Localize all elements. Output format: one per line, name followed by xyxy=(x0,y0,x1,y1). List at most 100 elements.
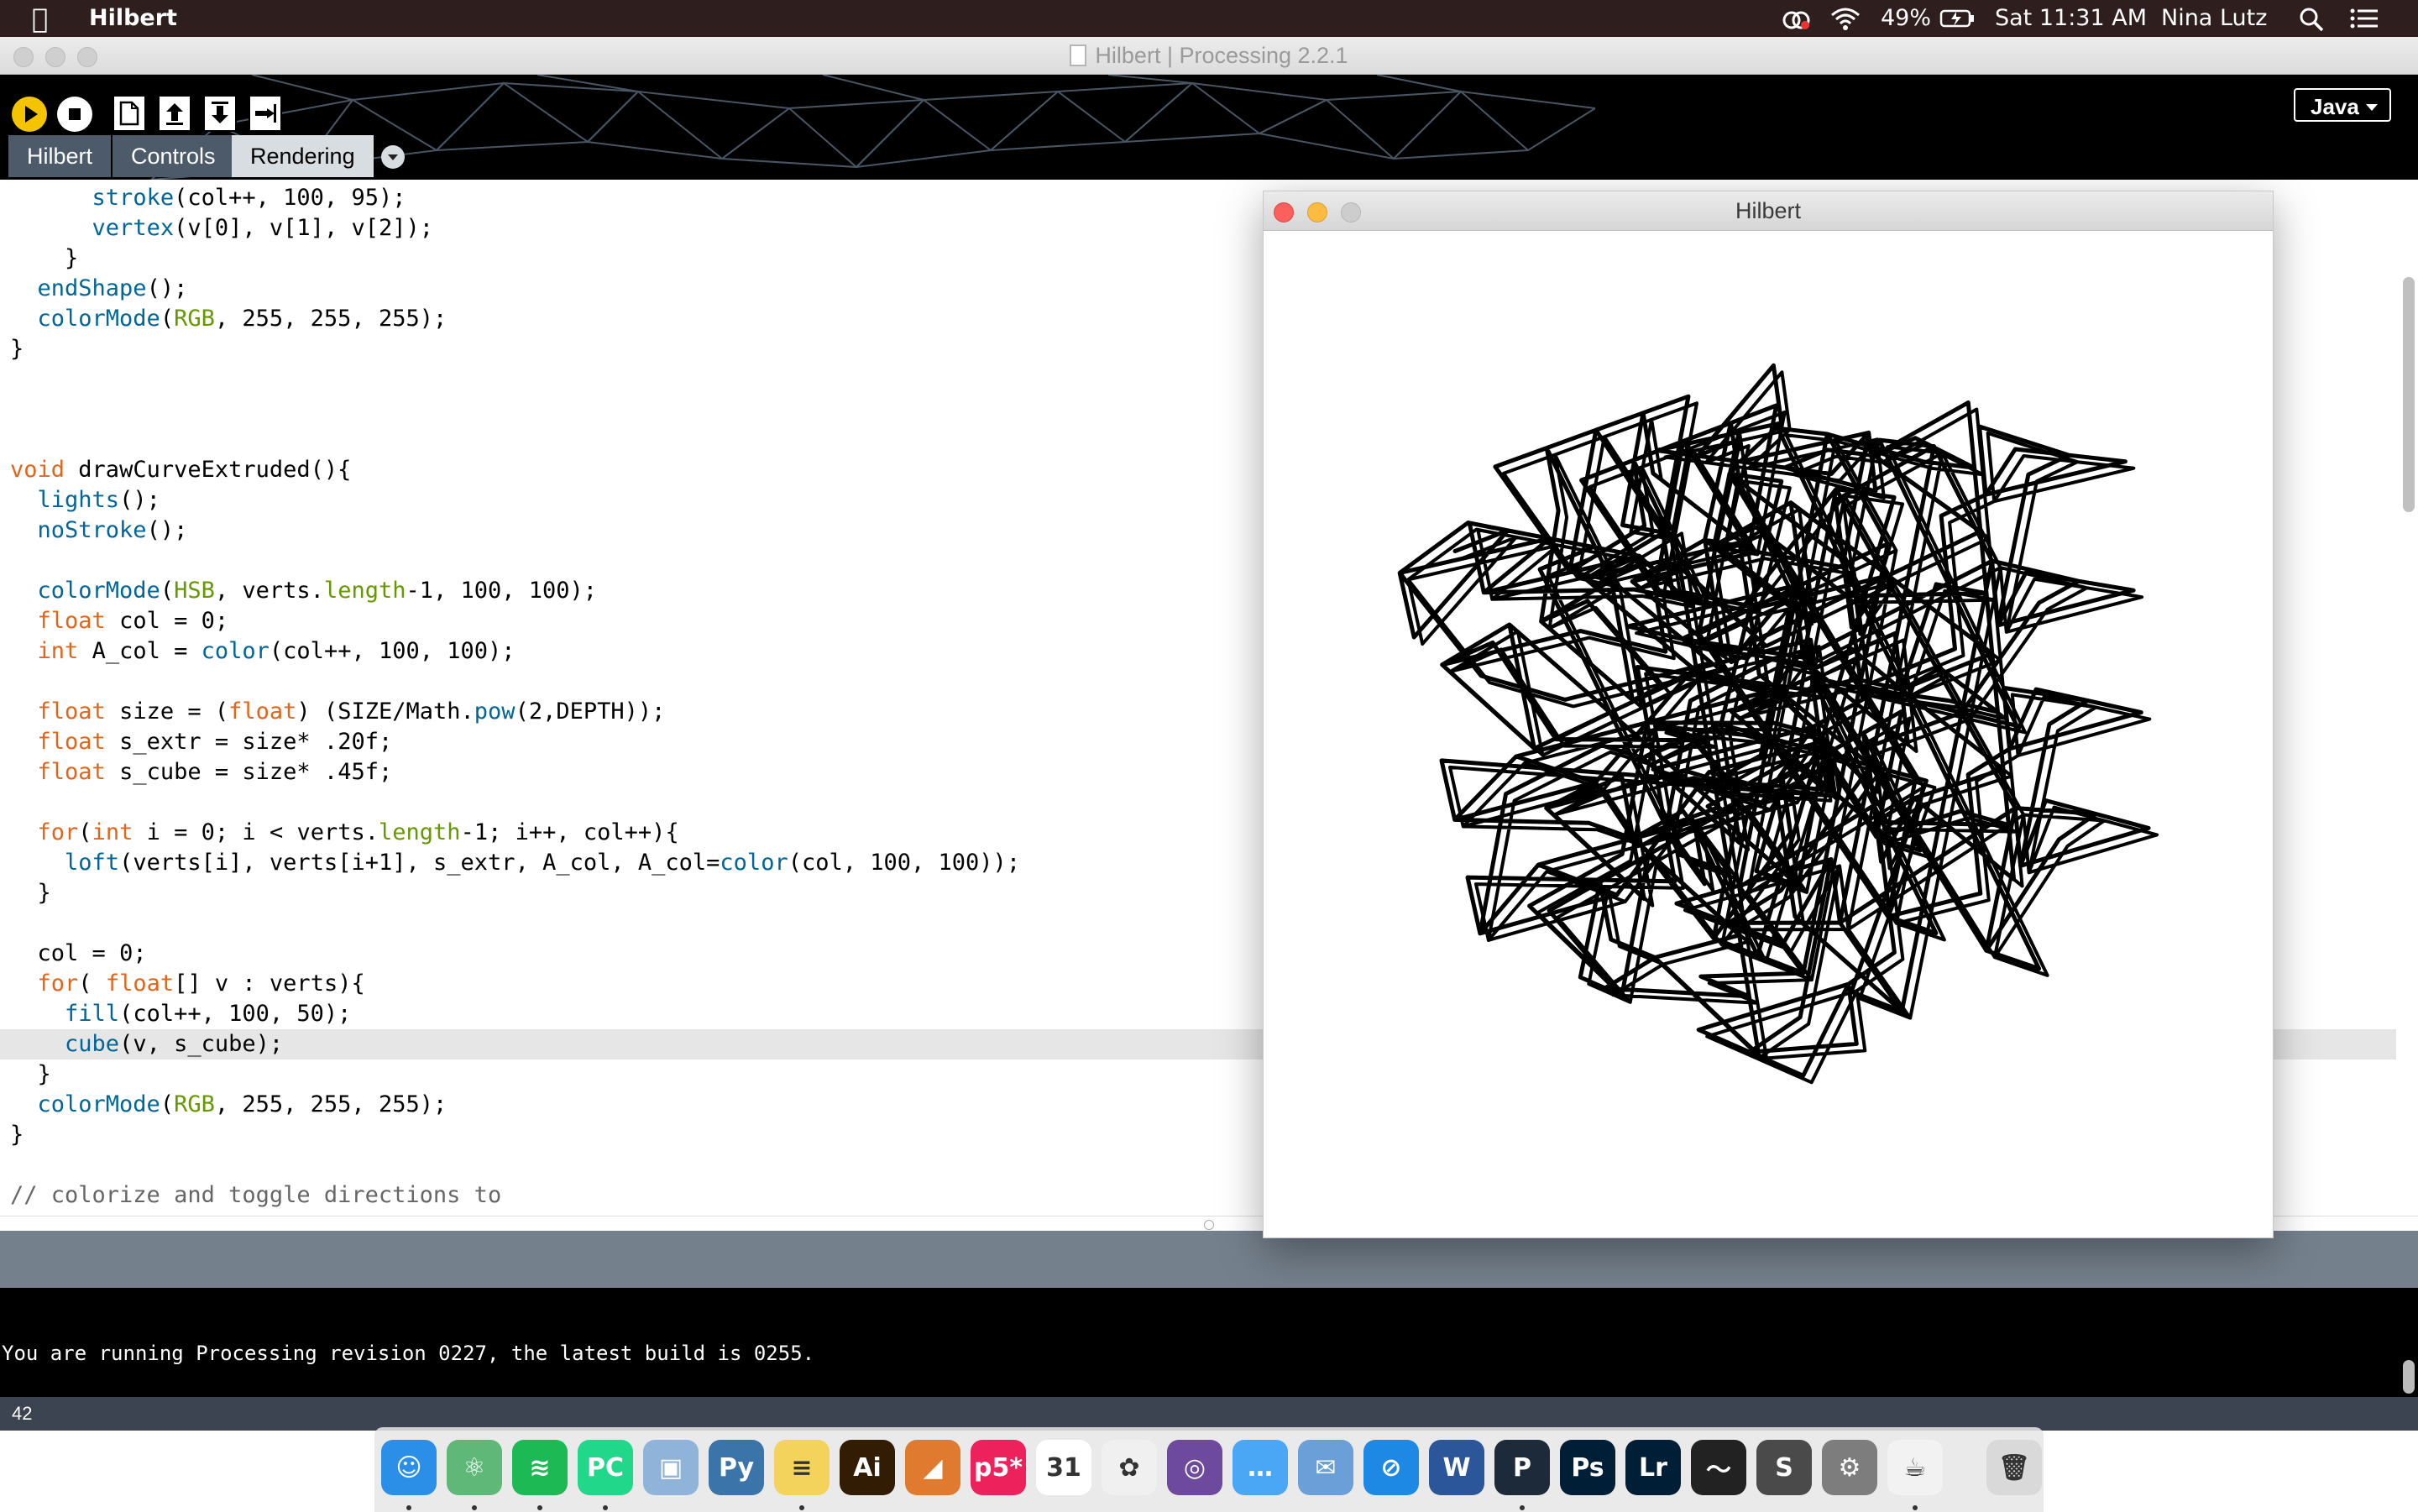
code-line: } xyxy=(10,245,79,271)
pde-toolbar: Java Hilbert Controls Rendering xyxy=(0,75,2418,180)
code-line: stroke(col++, 100, 95); xyxy=(92,185,406,211)
dock-app-photos[interactable]: ✿ xyxy=(1102,1440,1157,1495)
tab-controls[interactable]: Controls xyxy=(113,135,234,177)
save-sketch-button[interactable] xyxy=(203,95,237,132)
console-message: You are running Processing revision 0227… xyxy=(2,1342,815,1365)
code-line: float s_extr = size* .20f; xyxy=(37,729,393,755)
new-file-icon xyxy=(119,101,139,126)
tab-rendering[interactable]: Rendering xyxy=(232,135,374,177)
dock-app-p5[interactable]: p5* xyxy=(971,1440,1026,1495)
dock-app-notes[interactable]: ≡ xyxy=(774,1440,830,1495)
window-titlebar: Hilbert | Processing 2.2.1 xyxy=(0,37,2418,75)
tab-hilbert[interactable]: Hilbert xyxy=(8,135,112,177)
dock-app-word[interactable]: W xyxy=(1429,1440,1484,1495)
open-sketch-button[interactable] xyxy=(158,95,191,132)
document-icon xyxy=(1070,44,1087,66)
code-line: colorMode(RGB, 255, 255, 255); xyxy=(37,1091,447,1117)
line-number-bar: 42 xyxy=(0,1397,2418,1431)
dock: ☺ ⚛ ≋ PC ▣ Py ≡ Ai ◢ p5* 31 ✿ ◎… ✉ ⊘ W P Ps Lr 〜 S ⚙ ☕ 🗑 xyxy=(374,1427,2044,1512)
export-button[interactable] xyxy=(249,95,282,132)
dock-app-processing[interactable]: P xyxy=(1494,1440,1550,1495)
dock-app-activity-monitor[interactable]: 〜 xyxy=(1691,1440,1746,1495)
code-line: float s_cube = size* .45f; xyxy=(37,759,393,785)
code-line: col = 0; xyxy=(37,940,147,966)
dock-app-illustrator[interactable]: Ai xyxy=(840,1440,895,1495)
dock-running-indicator xyxy=(406,1505,411,1510)
menubar-user[interactable]: Nina Lutz xyxy=(2161,0,2267,37)
mode-label: Java xyxy=(2311,94,2359,119)
console: You are running Processing revision 0227… xyxy=(0,1288,2418,1397)
dock-running-indicator xyxy=(1913,1505,1918,1510)
dock-running-indicator xyxy=(799,1505,804,1510)
code-line: int A_col = color(col++, 100, 100); xyxy=(37,638,516,664)
code-line: cube(v, s_cube); xyxy=(65,1031,284,1057)
dock-app-mail[interactable]: ✉ xyxy=(1298,1440,1353,1495)
chevron-down-icon xyxy=(2366,104,2378,111)
code-line: fill(col++, 100, 50); xyxy=(65,1001,352,1027)
dock-app-trash[interactable]: 🗑 xyxy=(1986,1440,2042,1495)
dock-app-atom[interactable]: ⚛ xyxy=(447,1440,502,1495)
run-button[interactable] xyxy=(12,97,47,132)
dock-running-indicator xyxy=(1520,1505,1525,1510)
dock-app-sublime-text[interactable]: S xyxy=(1756,1440,1812,1495)
dock-app-preview[interactable]: ▣ xyxy=(643,1440,699,1495)
code-line: for( float[] v : verts){ xyxy=(37,971,365,997)
dock-app-github[interactable]: ◎ xyxy=(1167,1440,1222,1495)
sketch-title: Hilbert xyxy=(1735,198,1802,223)
code-line: for(int i = 0; i < verts.length-1; i++, … xyxy=(37,819,679,845)
code-line: void drawCurveExtruded(){ xyxy=(10,457,352,483)
hilbert-curve-render xyxy=(1397,363,2159,1085)
dock-app-system-preferences[interactable]: ⚙ xyxy=(1822,1440,1877,1495)
apple-menu-icon[interactable]:  xyxy=(32,0,48,37)
code-line: colorMode(HSB, verts.length-1, 100, 100)… xyxy=(37,578,598,604)
dock-app-pycharm[interactable]: PC xyxy=(578,1440,633,1495)
chevron-down-icon xyxy=(388,154,398,160)
sketch-titlebar[interactable]: Hilbert xyxy=(1264,191,2273,231)
code-line: endShape(); xyxy=(37,275,188,301)
code-line: colorMode(RGB, 255, 255, 255); xyxy=(37,306,447,332)
message-area xyxy=(0,1231,2418,1288)
code-line: noStroke(); xyxy=(37,517,188,543)
console-scroll-thumb[interactable] xyxy=(2403,1360,2415,1394)
code-line: loft(verts[i], verts[i+1], s_extr, A_col… xyxy=(65,850,1021,876)
dock-running-indicator xyxy=(603,1505,608,1510)
sketch-window[interactable]: Hilbert xyxy=(1263,191,2274,1238)
save-arrow-icon xyxy=(212,102,228,123)
code-line: } xyxy=(10,1122,24,1148)
menubar-clock[interactable]: Sat 11:31 AM xyxy=(1995,0,2147,37)
open-arrow-icon xyxy=(166,103,183,125)
dock-app-calendar[interactable]: 31 xyxy=(1036,1440,1091,1495)
mode-selector[interactable]: Java xyxy=(2294,88,2391,122)
dock-app-safari[interactable]: ⊘ xyxy=(1363,1440,1419,1495)
editor-scrollbar[interactable] xyxy=(2396,180,2418,1234)
dock-app-photoshop[interactable]: Ps xyxy=(1560,1440,1615,1495)
code-line: vertex(v[0], v[1], v[2]); xyxy=(92,215,433,241)
dock-app-matlab[interactable]: ◢ xyxy=(905,1440,960,1495)
menubar:  Hilbert 49% Sat 11:31 AM Nina Lutz xyxy=(0,0,2418,37)
window-title: Hilbert | Processing 2.2.1 xyxy=(0,37,2418,74)
code-line: // colorize and toggle directions to xyxy=(10,1182,502,1208)
battery-percent[interactable]: 49% xyxy=(1881,0,1931,37)
stop-icon xyxy=(69,108,81,120)
divider-handle-icon xyxy=(1204,1220,1214,1230)
dock-running-indicator xyxy=(537,1505,542,1510)
line-number: 42 xyxy=(12,1403,33,1424)
dock-app-lightroom[interactable]: Lr xyxy=(1625,1440,1681,1495)
dock-app-java[interactable]: ☕ xyxy=(1887,1440,1943,1495)
dock-app-spotify[interactable]: ≋ xyxy=(512,1440,568,1495)
code-line: } xyxy=(10,880,51,906)
dock-app-python[interactable]: Py xyxy=(709,1440,764,1495)
editor-scroll-thumb[interactable] xyxy=(2403,277,2415,512)
dock-app-finder[interactable]: ☺ xyxy=(381,1440,437,1495)
export-arrow-icon xyxy=(255,104,276,123)
stop-button[interactable] xyxy=(57,97,92,132)
new-sketch-button[interactable] xyxy=(113,95,146,132)
code-line: float size = (float) (SIZE/Math.pow(2,DE… xyxy=(37,698,666,725)
code-line: } xyxy=(10,1061,51,1087)
dock-app-messages[interactable]: … xyxy=(1233,1440,1288,1495)
tab-menu-button[interactable] xyxy=(381,145,405,169)
code-line: lights(); xyxy=(37,487,160,513)
code-line: float col = 0; xyxy=(37,608,229,634)
app-menu-name[interactable]: Hilbert xyxy=(89,0,177,37)
dock-running-indicator xyxy=(472,1505,477,1510)
